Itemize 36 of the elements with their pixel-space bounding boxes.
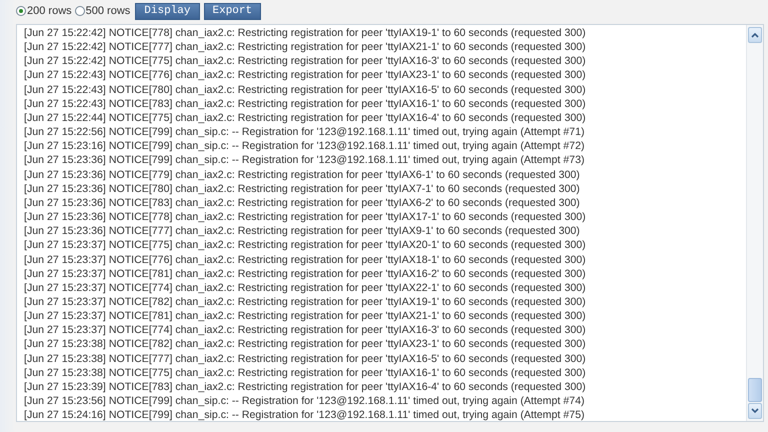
log-line: [Jun 27 15:22:42] NOTICE[775] chan_iax2.c: Restricting registration for peer 'ttyIAX16-3' to 60 seconds (requested 300) xyxy=(24,54,587,68)
export-button[interactable]: Export xyxy=(204,2,262,20)
log-line: [Jun 27 15:23:36] NOTICE[799] chan_sip.c: -- Registration for '123@192.168.1.11' timed out, trying again (Attempt #73) xyxy=(24,153,586,168)
log-line: [Jun 27 15:22:42] NOTICE[777] chan_iax2.c: Restricting registration for peer 'ttyIAX21-1' to 60 seconds (requested 300) xyxy=(24,40,587,54)
log-line: [Jun 27 15:23:37] NOTICE[774] chan_iax2.c: Restricting registration for peer 'ttyIAX16-3' to 60 seconds (requested 300) xyxy=(24,323,587,338)
rows-radio[interactable]: 200 rows xyxy=(16,5,72,17)
log-line: [Jun 27 15:23:37] NOTICE[782] chan_iax2.c: Restricting registration for peer 'ttyIAX19-1' to 60 seconds (requested 300) xyxy=(24,294,587,310)
log-line: [Jun 27 15:22:43] NOTICE[783] chan_iax2.c: Restricting registration for peer 'ttyIAX16-1' to 60 seconds (requested 300) xyxy=(24,96,587,111)
log-line: [Jun 27 15:23:56] NOTICE[799] chan_sip.c: -- Registration for '123@192.168.1.11' timed out, trying again (Attempt #74) xyxy=(24,394,586,408)
log-line: [Jun 27 15:23:36] NOTICE[778] chan_iax2.c: Restricting registration for peer 'ttyIAX17-1' to 60 seconds (requested 300) xyxy=(24,210,587,224)
log-line: [Jun 27 15:22:56] NOTICE[799] chan_sip.c: -- Registration for '123@192.168.1.11' timed out, trying again (Attempt #71) xyxy=(24,125,586,140)
log-line: [Jun 27 15:24:16] NOTICE[799] chan_sip.c: -- Registration for '123@192.168.1.11' timed out, trying again (Attempt #75) xyxy=(24,408,586,421)
log-line: [Jun 27 15:23:37] NOTICE[776] chan_iax2.c: Restricting registration for peer 'ttyIAX18-1' to 60 seconds (requested 300) xyxy=(24,252,587,267)
log-line: [Jun 27 15:23:36] NOTICE[780] chan_iax2.c: Restricting registration for peer 'ttyIAX7-1' to 60 seconds (requested 300) xyxy=(24,182,581,196)
log-line: [Jun 27 15:23:16] NOTICE[799] chan_sip.c: -- Registration for '123@192.168.1.11' timed out, trying again (Attempt #72) xyxy=(24,139,586,154)
log-line: [Jun 27 15:22:44] NOTICE[775] chan_iax2.c: Restricting registration for peer 'ttyIAX16-4' to 60 seconds (requested 300) xyxy=(24,110,587,126)
log-line: [Jun 27 15:22:43] NOTICE[780] chan_iax2.c: Restricting registration for peer 'ttyIAX16-5' to 60 seconds (requested 300) xyxy=(24,82,587,97)
log-line: [Jun 27 15:23:36] NOTICE[783] chan_iax2.c: Restricting registration for peer 'ttyIAX6-2' to 60 seconds (requested 300) xyxy=(24,196,581,210)
log-line: [Jun 27 15:23:36] NOTICE[779] chan_iax2.c: Restricting registration for peer 'ttyIAX6-1' to 60 seconds (requested 300) xyxy=(24,168,581,182)
log-line: [Jun 27 15:23:37] NOTICE[781] chan_iax2.c: Restricting registration for peer 'ttyIAX16-2' to 60 seconds (requested 300) xyxy=(24,266,587,281)
log-line: [Jun 27 15:23:39] NOTICE[783] chan_iax2.c: Restricting registration for peer 'ttyIAX16-4' to 60 seconds (requested 300) xyxy=(24,380,587,394)
display-button[interactable]: Display xyxy=(135,2,200,20)
scrollbar[interactable] xyxy=(746,25,763,421)
log-line: [Jun 27 15:23:37] NOTICE[775] chan_iax2.c: Restricting registration for peer 'ttyIAX20-1' to 60 seconds (requested 300) xyxy=(24,238,587,252)
log-line: [Jun 27 15:22:43] NOTICE[776] chan_iax2.c: Restricting registration for peer 'ttyIAX23-1' to 60 seconds (requested 300) xyxy=(24,68,587,83)
rows-radio[interactable]: 500 rows xyxy=(74,5,130,17)
log-line: [Jun 27 15:22:42] NOTICE[778] chan_iax2.c: Restricting registration for peer 'ttyIAX19-1' to 60 seconds (requested 300) xyxy=(24,26,587,40)
log-line: [Jun 27 15:23:37] NOTICE[774] chan_iax2.c: Restricting registration for peer 'ttyIAX22-1' to 60 seconds (requested 300) xyxy=(24,280,587,295)
log-line: [Jun 27 15:23:38] NOTICE[775] chan_iax2.c: Restricting registration for peer 'ttyIAX16-1' to 60 seconds (requested 300) xyxy=(24,366,587,380)
scroll-up-icon[interactable] xyxy=(748,27,762,43)
scroll-down-icon[interactable] xyxy=(748,403,762,419)
log-line: [Jun 27 15:23:38] NOTICE[777] chan_iax2.c: Restricting registration for peer 'ttyIAX16-5' to 60 seconds (requested 300) xyxy=(24,352,587,366)
log-line: [Jun 27 15:23:38] NOTICE[782] chan_iax2.c: Restricting registration for peer 'ttyIAX23-1' to 60 seconds (requested 300) xyxy=(24,337,587,352)
log-line: [Jun 27 15:23:37] NOTICE[781] chan_iax2.c: Restricting registration for peer 'ttyIAX21-1' to 60 seconds (requested 300) xyxy=(24,309,587,324)
log-line: [Jun 27 15:23:36] NOTICE[777] chan_iax2.c: Restricting registration for peer 'ttyIAX9-1' to 60 seconds (requested 300) xyxy=(24,224,581,238)
scroll-thumb[interactable] xyxy=(748,378,762,402)
